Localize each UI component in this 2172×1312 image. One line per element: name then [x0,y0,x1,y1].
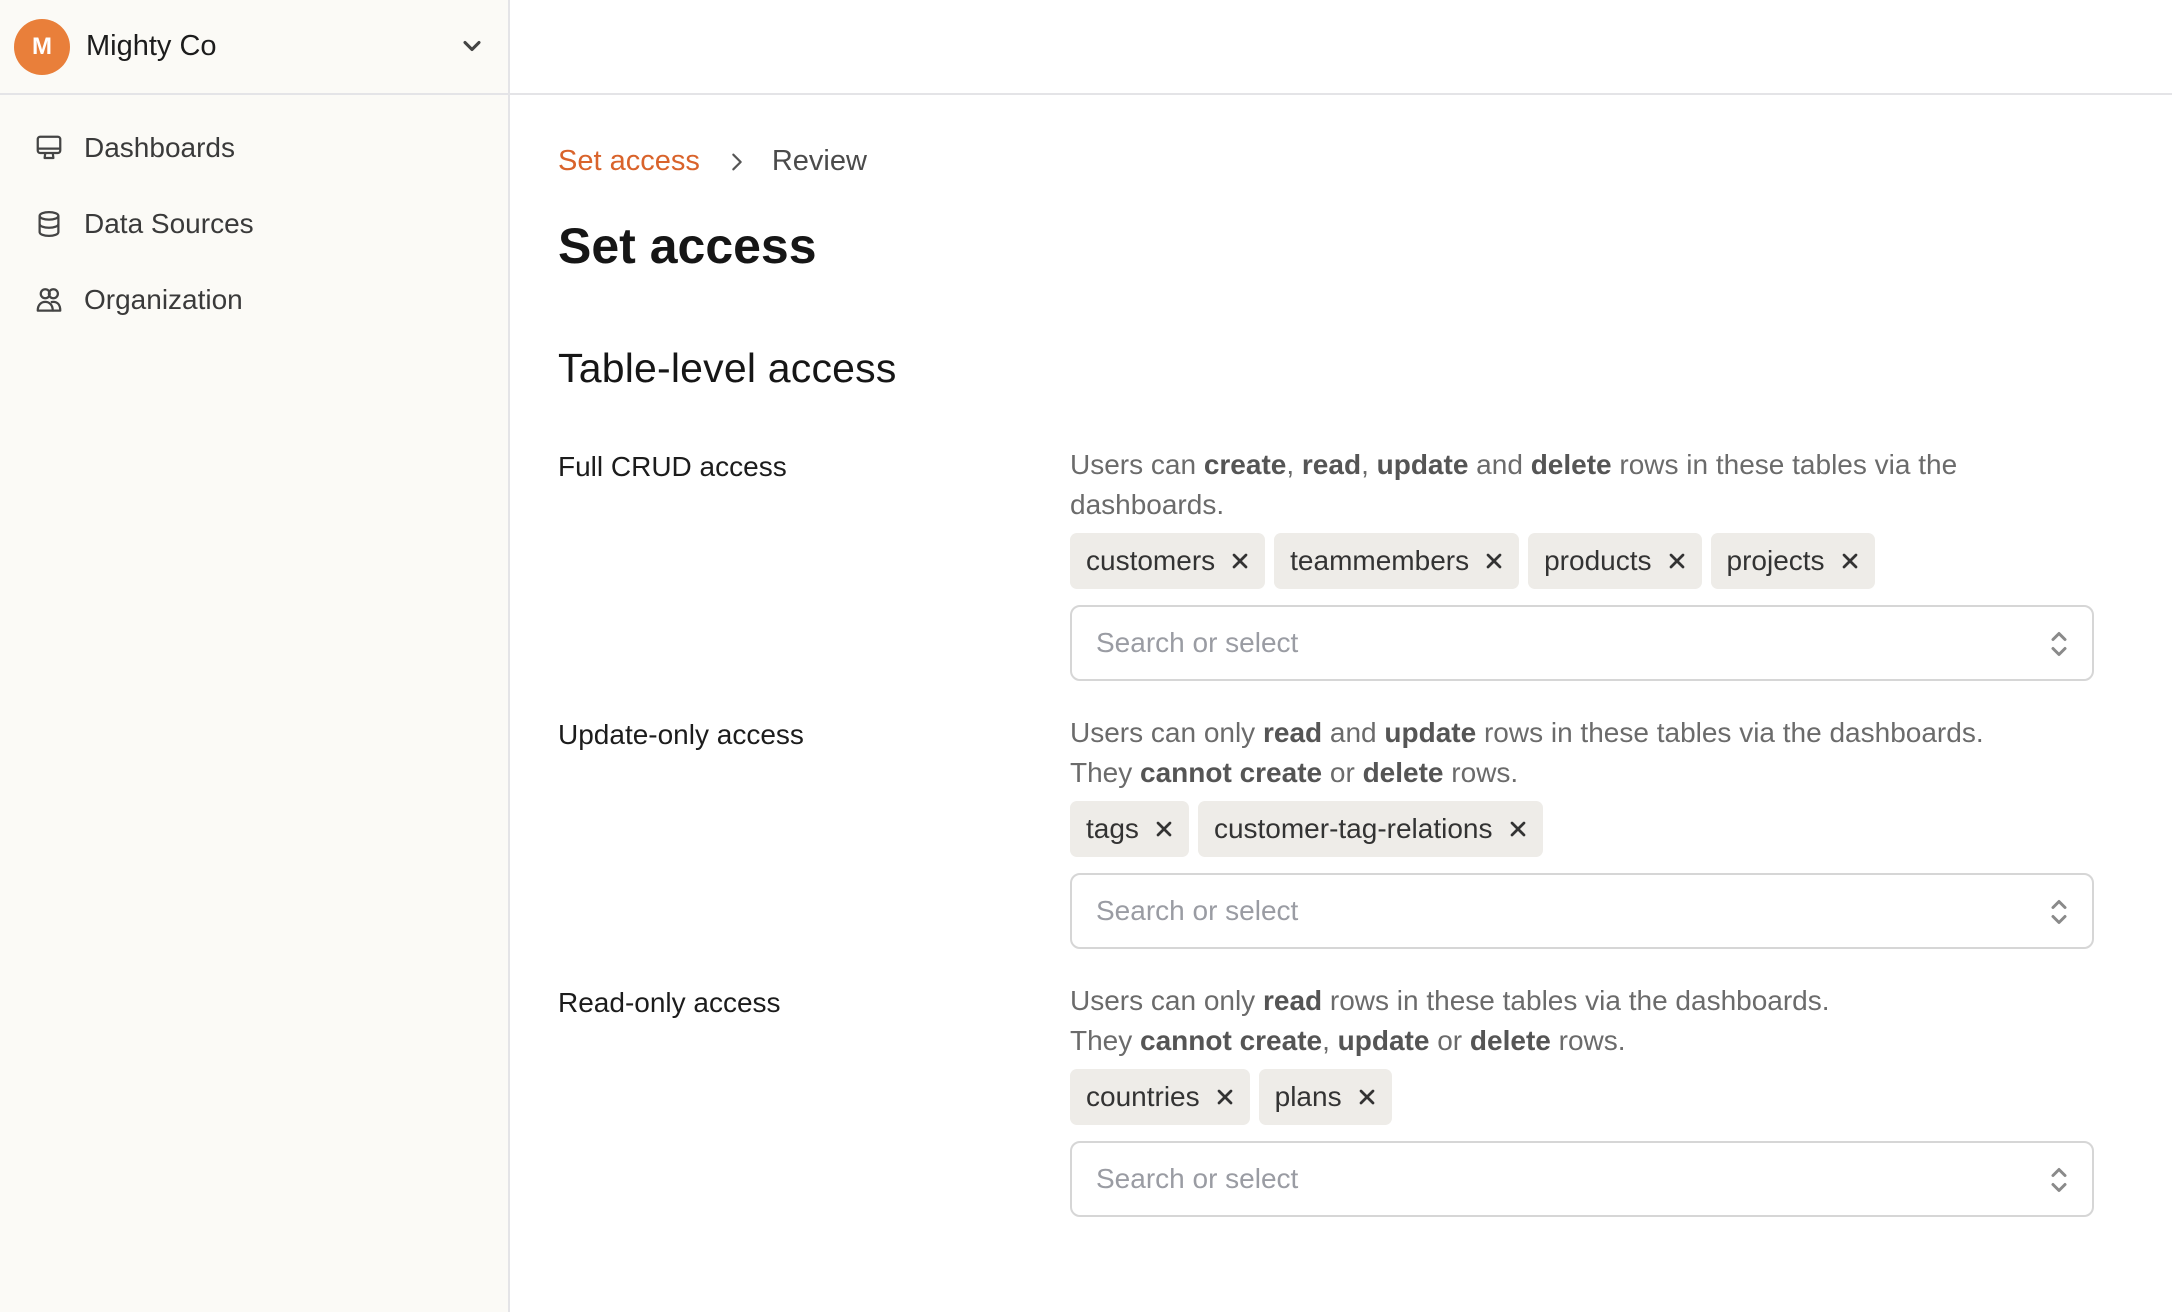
chevron-down-icon[interactable] [458,32,486,60]
users-icon [36,288,62,312]
description-text: Users can only [1070,717,1263,748]
description-emphasis: update [1384,717,1477,748]
close-icon[interactable] [1155,820,1173,838]
table-tag: teammembers [1274,533,1520,589]
description-text: , [1286,449,1302,480]
table-tag: countries [1070,1069,1250,1125]
table-tag: customer-tag-relations [1197,801,1543,857]
description-emphasis: cannot create [1140,1025,1323,1056]
close-icon[interactable] [1231,552,1249,570]
sidebar-item-label: Dashboards [84,132,235,163]
description-text: or [1322,757,1363,788]
description-text: Users can only [1070,985,1263,1016]
table-search-input[interactable] [1096,627,1996,659]
chevron-up-down-icon[interactable] [2050,629,2068,659]
sidebar-item-organization[interactable]: Organization [0,262,508,338]
description-text: rows in these tables via the dashboards. [1322,985,1830,1016]
description-text: and [1468,449,1531,480]
description-text: or [1429,1025,1470,1056]
description-text: rows in these tables via the dashboards. [1476,717,1984,748]
access-label: Update-only access [558,719,804,750]
description-emphasis: update [1337,1025,1430,1056]
sidebar-item-dashboards[interactable]: Dashboards [0,110,508,186]
table-tag: projects [1710,533,1875,589]
description-emphasis: read [1301,449,1362,480]
tag-label: customers [1086,545,1216,576]
close-icon[interactable] [1485,552,1503,570]
breadcrumb: Set access Review [558,145,867,178]
table-select[interactable] [1070,873,2094,949]
section-title: Table-level access [558,345,897,391]
breadcrumb-set-access[interactable]: Set access [558,145,700,178]
tag-list: tags customer-tag-relations [1070,801,2094,857]
close-icon[interactable] [1668,552,1686,570]
table-search-input[interactable] [1096,1163,1996,1195]
breadcrumb-review[interactable]: Review [772,145,867,178]
access-description: Users can only read rows in these tables… [1070,981,2094,1061]
access-body: Users can create, read, update and delet… [1070,449,2094,681]
sidebar-item-label: Organization [84,284,243,315]
org-avatar: M [14,18,70,75]
description-text: , [1322,1025,1338,1056]
close-icon[interactable] [1358,1088,1376,1106]
description-text: rows. [1443,757,1519,788]
tag-label: teammembers [1290,545,1470,576]
sidebar-item-label: Data Sources [84,208,254,239]
description-emphasis: delete [1362,757,1444,788]
table-tag: products [1528,533,1702,589]
sidebar-item-data-sources[interactable]: Data Sources [0,186,508,262]
close-icon[interactable] [1841,552,1859,570]
description-text: rows. [1550,1025,1626,1056]
table-select[interactable] [1070,1141,2094,1217]
sidebar: M Mighty Co Dashboards Data Sources Orga… [0,0,510,1312]
description-emphasis: read [1262,717,1323,748]
description-text: They [1070,757,1141,788]
database-icon [38,211,60,238]
tag-label: countries [1086,1081,1200,1112]
access-description: Users can only read and update rows in t… [1070,713,2094,793]
monitor-icon [36,135,62,160]
access-body: Users can only read rows in these tables… [1070,985,2094,1217]
description-emphasis: create [1203,449,1287,480]
table-tag: customers [1070,533,1266,589]
description-emphasis: delete [1530,449,1612,480]
chevron-up-down-icon[interactable] [2050,897,2068,927]
sidebar-nav: Dashboards Data Sources Organization [0,110,508,338]
description-text: Users can [1070,449,1204,480]
description-emphasis: update [1376,449,1469,480]
tag-label: plans [1274,1081,1342,1112]
description-text: , [1361,449,1377,480]
org-name: Mighty Co [86,30,217,62]
table-tag: tags [1070,801,1189,857]
table-search-input[interactable] [1096,895,1996,927]
top-bar [510,0,2172,95]
description-emphasis: delete [1469,1025,1551,1056]
access-label: Full CRUD access [558,451,787,482]
org-switcher[interactable]: M Mighty Co [0,0,508,95]
table-tag: plans [1258,1069,1392,1125]
tag-label: customer-tag-relations [1213,813,1493,844]
description-emphasis: read [1262,985,1323,1016]
tag-label: products [1544,545,1652,576]
tag-list: countries plans [1070,1069,2094,1125]
chevron-right-icon [732,153,742,170]
table-select[interactable] [1070,605,2094,681]
description-text: They [1070,1025,1141,1056]
chevron-up-down-icon[interactable] [2050,1165,2068,1195]
close-icon[interactable] [1509,820,1527,838]
tag-label: tags [1086,813,1139,844]
close-icon[interactable] [1216,1088,1234,1106]
access-description: Users can create, read, update and delet… [1070,445,2094,525]
tag-label: projects [1726,545,1825,576]
tag-list: customers teammembers products projects [1070,533,2094,589]
access-body: Users can only read and update rows in t… [1070,717,2094,949]
description-emphasis: cannot create [1140,757,1323,788]
description-text: and [1322,717,1385,748]
access-label: Read-only access [558,987,781,1018]
page-title: Set access [558,218,817,274]
